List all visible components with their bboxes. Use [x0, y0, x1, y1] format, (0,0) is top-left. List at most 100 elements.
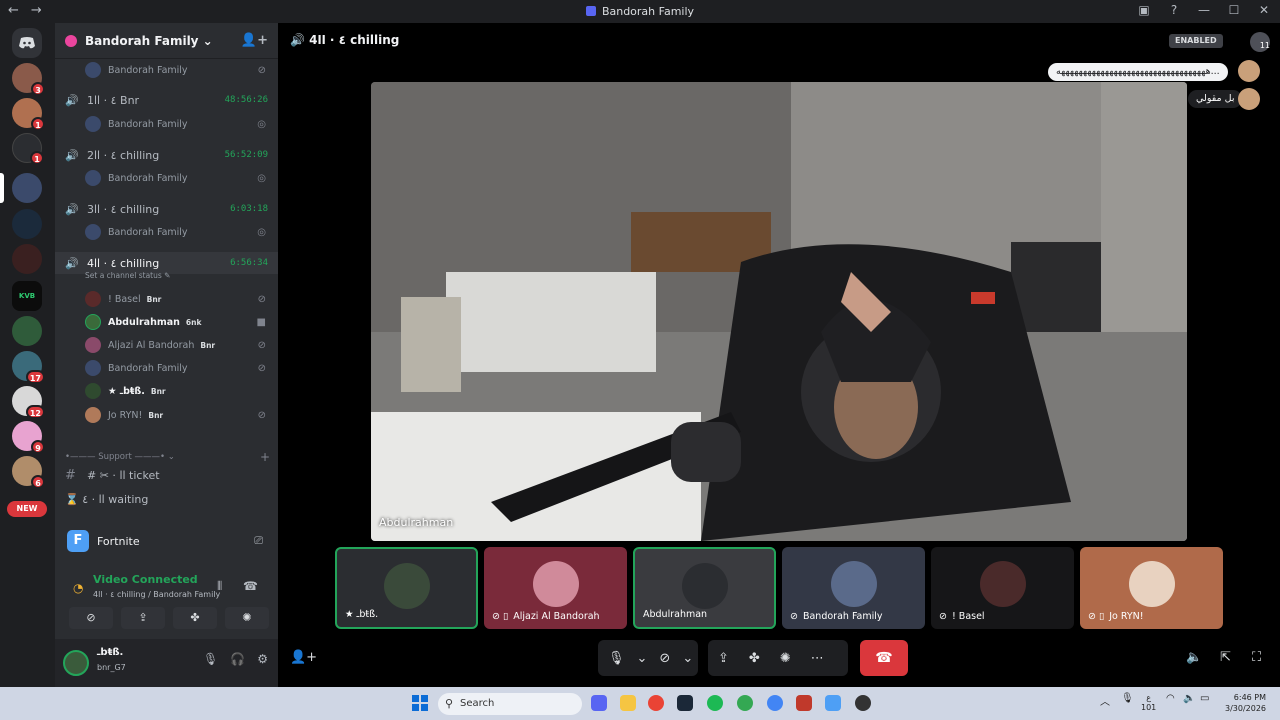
disconnect-icon[interactable]: ☎ — [243, 579, 258, 593]
voice-member[interactable]: Bandorah Family ◎ — [55, 167, 278, 189]
steam-icon[interactable] — [677, 695, 693, 711]
user-name[interactable]: ـbŧß. — [97, 647, 123, 658]
fortnite-icon: F — [67, 530, 89, 552]
noise-suppression-icon[interactable]: ⦀ — [217, 579, 222, 594]
new-server-pill[interactable]: NEW — [7, 501, 47, 517]
voice-member[interactable]: Bandorah Family ⊘ — [55, 59, 278, 81]
chrome-profile-icon[interactable] — [737, 695, 753, 711]
voice-member[interactable]: Bandorah Family ◎ — [55, 113, 278, 135]
server-icon-7[interactable]: KVB — [12, 281, 42, 311]
voice-channel-path[interactable]: 4٤ · اا chilling / Bandorah Family — [93, 590, 220, 599]
taskbar-search[interactable]: ⚲ Search — [438, 693, 582, 715]
server-icon-12[interactable]: 6 — [12, 456, 45, 489]
voice-status[interactable]: Video Connected — [93, 573, 198, 586]
popout-icon[interactable]: ⇱ — [1220, 650, 1231, 665]
server-icon-9[interactable]: 17 — [12, 351, 45, 384]
voice-member[interactable]: Abdulrahman 6nk ■ — [55, 311, 278, 333]
voice-member[interactable]: Aljazi Al Bandorah Bnr ⊘ — [55, 334, 278, 356]
spotify-icon[interactable] — [707, 695, 723, 711]
voice-channel-1[interactable]: 🔊 1٤ · اا Bnr 48:56:26 — [55, 89, 278, 111]
activities-icon[interactable]: ✤ — [739, 651, 770, 666]
text-channel-ticket[interactable]: # # ✂︎ · اا ticket — [65, 468, 160, 483]
chrome-icon[interactable] — [648, 695, 664, 711]
microphone-icon[interactable]: 🎙 — [203, 652, 218, 666]
main-video-feed[interactable]: Abdulrahman — [371, 82, 1187, 541]
settings-gear-icon[interactable]: ⚙ — [257, 652, 268, 666]
voice-member[interactable]: ★ ـbŧß. Bnr — [55, 380, 278, 402]
file-explorer-icon[interactable] — [620, 695, 636, 711]
inbox-icon[interactable]: ▣ — [1136, 3, 1152, 17]
category-support[interactable]: •——— Support ———• ⌄ + — [65, 450, 270, 464]
server-icon-10[interactable]: 12 — [12, 386, 45, 419]
more-options-icon[interactable]: ⋯ — [801, 651, 834, 666]
voice-member[interactable]: Jo RYN! Bnr ⊘ — [55, 404, 278, 426]
volume-tray-icon[interactable]: 🔈 — [1183, 693, 1195, 704]
chat-toggle-icon[interactable]: 11 — [1250, 32, 1270, 52]
enabled-badge[interactable]: ENABLED — [1169, 34, 1223, 48]
add-channel-icon[interactable]: + — [260, 450, 270, 464]
participant-tile[interactable]: ⊘ ▯ Aljazi Al Bandorah — [484, 547, 627, 629]
fortnite-taskbar-icon[interactable] — [825, 695, 841, 711]
close-icon[interactable]: ✕ — [1256, 3, 1272, 17]
microphone-icon[interactable]: 🎙 — [598, 651, 635, 666]
tray-mic-icon[interactable]: 🎙 — [1121, 693, 1134, 704]
guild-header[interactable]: Bandorah Family ⌄ 👤+ — [55, 23, 278, 59]
participant-tile[interactable]: ⊘ ! Basel — [931, 547, 1074, 629]
volume-icon[interactable]: 🔈 — [1186, 650, 1202, 665]
voice-member[interactable]: ! Basel Bnr ⊘ — [55, 288, 278, 310]
participant-label: ⊘ ▯ Aljazi Al Bandorah — [492, 611, 600, 622]
soundboard-icon[interactable]: ✺ — [770, 651, 801, 666]
camera-off-button[interactable]: ⊘ — [69, 607, 113, 629]
server-icon-11[interactable]: 9 — [12, 421, 45, 454]
voice-channel-2[interactable]: 🔊 2٤ · اا chilling 56:52:09 — [55, 144, 278, 166]
tray-language[interactable]: ع 101 — [1141, 693, 1156, 713]
help-icon[interactable]: ? — [1166, 3, 1182, 17]
fullscreen-icon[interactable]: ⛶ — [1252, 650, 1261, 665]
taskbar-clock[interactable]: 6:46 PM 3/30/2026 — [1225, 692, 1266, 714]
channel-status-setter[interactable]: Set a channel status ✎ — [85, 271, 170, 280]
screenshare-icon[interactable]: ⎚ — [254, 534, 263, 548]
server-icon-1[interactable]: 3 — [12, 63, 45, 96]
obs-icon[interactable] — [855, 695, 871, 711]
wifi-icon[interactable]: ◠ — [1166, 693, 1175, 704]
text-channel-waiting[interactable]: ⌛ ٤ · اا waiting — [65, 493, 148, 506]
chrome-profile-2-icon[interactable] — [767, 695, 783, 711]
minimize-icon[interactable]: — — [1196, 3, 1212, 17]
chevron-down-icon[interactable]: ⌄ — [680, 651, 695, 666]
discord-taskbar-icon[interactable] — [591, 695, 607, 711]
activities-button[interactable]: ✤ — [173, 607, 217, 629]
avatar — [85, 360, 101, 376]
windows-start-icon[interactable] — [412, 695, 428, 711]
participant-tile[interactable]: ⊘ ▯ Jo RYN! — [1080, 547, 1223, 629]
discord-home-button[interactable] — [12, 28, 42, 58]
app-x-icon[interactable] — [796, 695, 812, 711]
chevron-down-icon[interactable]: ⌄ — [635, 651, 650, 666]
soundboard-button[interactable]: ✺ — [225, 607, 269, 629]
signal-icon[interactable]: ◔ — [73, 581, 83, 595]
user-avatar[interactable] — [63, 650, 89, 676]
leave-call-button[interactable]: ☎ — [860, 640, 908, 676]
participant-tile[interactable]: Abdulrahman — [633, 547, 776, 629]
server-icon-8[interactable] — [12, 316, 42, 346]
server-icon-3[interactable]: 1 — [12, 133, 44, 165]
invite-user-icon[interactable]: 👤+ — [241, 33, 268, 48]
voice-channel-3[interactable]: 🔊 3٤ · اا chilling 6:03:18 — [55, 198, 278, 220]
server-icon-4[interactable] — [12, 173, 42, 203]
share-screen-icon[interactable]: ⇪ — [708, 651, 739, 666]
participant-tile[interactable]: ⊘ Bandorah Family — [782, 547, 925, 629]
voice-member[interactable]: Bandorah Family ◎ — [55, 221, 278, 243]
invite-to-call-icon[interactable]: 👤+ — [290, 650, 317, 665]
server-icon-5[interactable] — [12, 209, 42, 239]
camera-off-icon[interactable]: ⊘ — [649, 651, 680, 666]
participant-tile[interactable]: ★ ـbŧß. — [335, 547, 478, 629]
tray-chevron-icon[interactable]: ︿ — [1100, 693, 1110, 708]
activity-panel[interactable]: F Fortnite ⎚ — [61, 523, 271, 559]
share-screen-button[interactable]: ⇪ — [121, 607, 165, 629]
server-icon-6[interactable] — [12, 244, 42, 274]
battery-icon[interactable]: ▭ — [1200, 693, 1209, 704]
search-icon: ⚲ — [445, 697, 454, 710]
voice-member[interactable]: Bandorah Family ⊘ — [55, 357, 278, 379]
headphones-icon[interactable]: 🎧 — [230, 652, 245, 666]
server-icon-2[interactable]: 1 — [12, 98, 45, 131]
maximize-icon[interactable]: ☐ — [1226, 3, 1242, 17]
